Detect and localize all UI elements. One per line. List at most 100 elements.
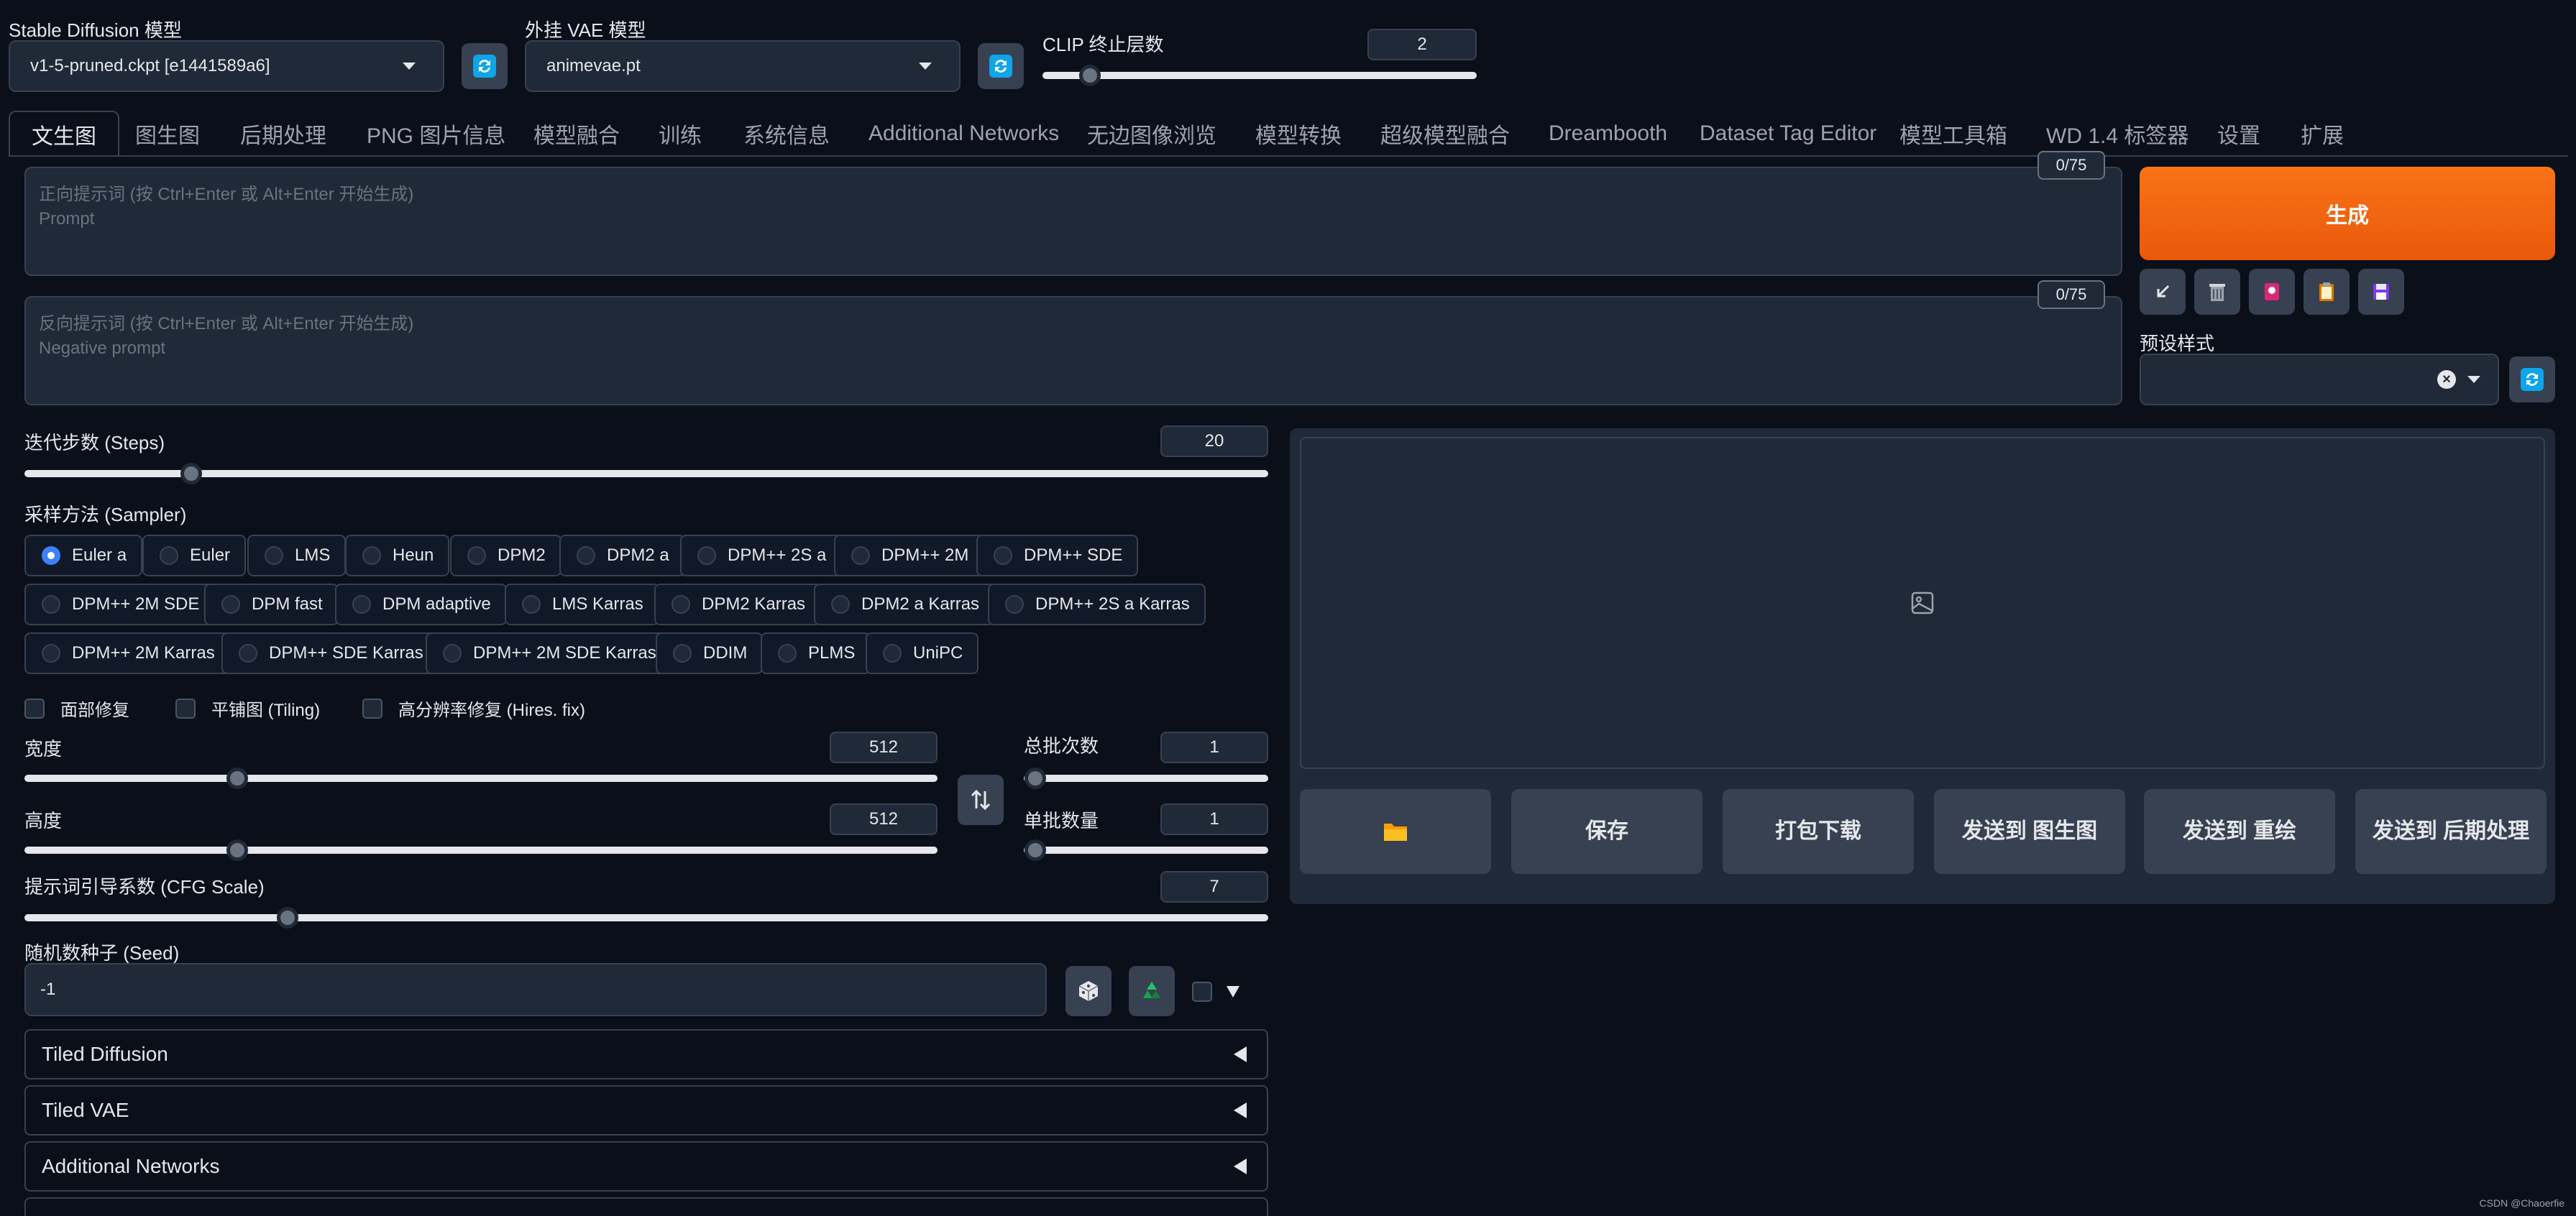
cfg-scale-input[interactable]: 7 — [1160, 871, 1268, 903]
tab-extensions[interactable]: 扩展 — [2301, 111, 2344, 157]
styles-dropdown[interactable]: × — [2140, 354, 2499, 405]
tab-additional-networks[interactable]: Additional Networks — [868, 111, 1059, 157]
height-slider-thumb[interactable] — [226, 839, 248, 861]
reuse-seed-button[interactable] — [1129, 966, 1175, 1016]
tab-train[interactable]: 训练 — [659, 111, 702, 157]
seed-input[interactable]: -1 — [24, 963, 1047, 1016]
height-slider-track[interactable] — [24, 847, 938, 854]
sampler-option[interactable]: DPM2 — [450, 535, 562, 576]
tab-dreambooth[interactable]: Dreambooth — [1549, 111, 1667, 157]
sampler-option[interactable]: DPM++ 2M SDE — [24, 584, 216, 625]
sampler-option[interactable]: DPM++ 2M Karras — [24, 632, 231, 674]
face-restore-checkbox[interactable]: 面部修复 — [24, 696, 129, 721]
sd-model-dropdown[interactable]: v1-5-pruned.ckpt [e1441589a6] — [9, 40, 444, 92]
cfg-scale-slider-track[interactable] — [24, 914, 1268, 921]
generate-button[interactable]: 生成 — [2140, 167, 2555, 260]
batch-size-input[interactable]: 1 — [1160, 803, 1268, 835]
sampler-option[interactable]: DPM++ 2M SDE Karras — [426, 632, 672, 674]
height-input[interactable]: 512 — [830, 803, 938, 835]
tab-checkpoint-merger[interactable]: 模型融合 — [533, 111, 620, 157]
refresh-styles-button[interactable] — [2509, 356, 2555, 402]
tab-extras[interactable]: 后期处理 — [240, 111, 326, 157]
sampler-option[interactable]: DPM fast — [204, 584, 339, 625]
sampler-option-label: DPM++ SDE Karras — [269, 643, 423, 663]
sampler-option[interactable]: DPM2 a — [559, 535, 685, 576]
triangle-down-icon[interactable] — [1227, 986, 1239, 998]
steps-slider-track[interactable] — [24, 470, 1268, 477]
clip-skip-input[interactable]: 2 — [1367, 29, 1477, 60]
sampler-option[interactable]: DPM++ 2S a — [680, 535, 843, 576]
refresh-vae-button[interactable] — [978, 43, 1024, 89]
hires-fix-checkbox[interactable]: 高分辨率修复 (Hires. fix) — [362, 696, 585, 721]
batch-count-slider-thumb[interactable] — [1025, 768, 1046, 789]
sampler-option[interactable]: LMS — [247, 535, 347, 576]
batch-count-slider-track[interactable] — [1024, 775, 1268, 782]
accordion-additional-networks[interactable]: Additional Networks — [24, 1141, 1268, 1192]
checkbox-box[interactable] — [362, 698, 382, 719]
sampler-option[interactable]: LMS Karras — [505, 584, 659, 625]
vae-dropdown[interactable]: animevae.pt — [525, 40, 961, 92]
sampler-option[interactable]: DPM2 Karras — [654, 584, 822, 625]
sampler-option[interactable]: DDIM — [656, 632, 764, 674]
steps-slider-thumb[interactable] — [180, 463, 202, 484]
clip-skip-slider-track[interactable] — [1042, 72, 1477, 79]
sampler-option[interactable]: UniPC — [866, 632, 979, 674]
clear-prompt-button[interactable] — [2194, 269, 2240, 315]
save-style-button[interactable] — [2358, 269, 2404, 315]
sampler-option[interactable]: Euler — [142, 535, 247, 576]
prompt-textarea[interactable]: 正向提示词 (按 Ctrl+Enter 或 Alt+Enter 开始生成) Pr… — [24, 167, 2122, 276]
sampler-option[interactable]: Heun — [345, 535, 450, 576]
tab-model-toolkit[interactable]: 模型工具箱 — [1899, 111, 2007, 157]
accordion-tiled-vae[interactable]: Tiled VAE — [24, 1085, 1268, 1136]
negative-prompt-textarea[interactable]: 反向提示词 (按 Ctrl+Enter 或 Alt+Enter 开始生成) Ne… — [24, 296, 2122, 405]
tab-infinite-image-browsing[interactable]: 无边图像浏览 — [1087, 111, 1216, 157]
tab-model-converter[interactable]: 模型转换 — [1255, 111, 1342, 157]
show-extra-networks-button[interactable] — [2249, 269, 2295, 315]
sampler-option[interactable]: DPM++ SDE — [976, 535, 1139, 576]
open-folder-button[interactable] — [1300, 789, 1491, 874]
checkbox-box[interactable] — [175, 698, 196, 719]
checkbox-box[interactable] — [24, 698, 45, 719]
accordion-more[interactable] — [24, 1197, 1268, 1216]
extra-seed-checkbox[interactable] — [1192, 982, 1222, 1002]
send-to-inpaint-button[interactable]: 发送到 重绘 — [2144, 789, 2335, 874]
width-slider-track[interactable] — [24, 775, 938, 782]
clear-styles-icon[interactable]: × — [2437, 370, 2456, 389]
tiling-checkbox[interactable]: 平铺图 (Tiling) — [175, 696, 320, 721]
triangle-left-icon — [1234, 1046, 1247, 1062]
batch-size-slider-thumb[interactable] — [1025, 839, 1046, 861]
accordion-tiled-diffusion[interactable]: Tiled Diffusion — [24, 1029, 1268, 1079]
tab-png-info[interactable]: PNG 图片信息 — [367, 111, 505, 157]
refresh-sd-model-button[interactable] — [462, 43, 508, 89]
width-input[interactable]: 512 — [830, 732, 938, 763]
steps-input[interactable]: 20 — [1160, 425, 1268, 457]
cfg-scale-slider-thumb[interactable] — [277, 907, 298, 929]
sampler-option[interactable]: DPM adaptive — [335, 584, 507, 625]
checkbox-box[interactable] — [1192, 982, 1212, 1002]
tab-txt2img[interactable]: 文生图 — [9, 111, 119, 157]
sampler-option[interactable]: DPM2 a Karras — [814, 584, 996, 625]
send-to-extras-button[interactable]: 发送到 后期处理 — [2355, 789, 2547, 874]
tab-img2img[interactable]: 图生图 — [135, 111, 200, 157]
tab-dataset-tag-editor[interactable]: Dataset Tag Editor — [1700, 111, 1876, 157]
sampler-option[interactable]: DPM++ 2S a Karras — [988, 584, 1206, 625]
apply-style-button[interactable] — [2304, 269, 2350, 315]
random-seed-button[interactable] — [1065, 966, 1111, 1016]
sampler-option[interactable]: Euler a — [24, 535, 143, 576]
swap-dimensions-button[interactable] — [958, 775, 1004, 825]
width-slider-thumb[interactable] — [226, 768, 248, 789]
tab-settings[interactable]: 设置 — [2217, 111, 2260, 157]
tab-super-merger[interactable]: 超级模型融合 — [1380, 111, 1510, 157]
send-to-img2img-button[interactable]: 发送到 图生图 — [1934, 789, 2125, 874]
sampler-option[interactable]: DPM++ SDE Karras — [221, 632, 439, 674]
tab-system-info[interactable]: 系统信息 — [743, 111, 830, 157]
batch-size-slider-track[interactable] — [1024, 847, 1268, 854]
tab-wd14-tagger[interactable]: WD 1.4 标签器 — [2046, 111, 2188, 157]
zip-download-button[interactable]: 打包下载 — [1723, 789, 1914, 874]
read-params-button[interactable] — [2140, 269, 2186, 315]
sampler-option[interactable]: DPM++ 2M — [834, 535, 985, 576]
batch-count-input[interactable]: 1 — [1160, 732, 1268, 763]
save-button[interactable]: 保存 — [1511, 789, 1702, 874]
clip-skip-slider-thumb[interactable] — [1079, 65, 1101, 86]
sampler-option[interactable]: PLMS — [761, 632, 871, 674]
